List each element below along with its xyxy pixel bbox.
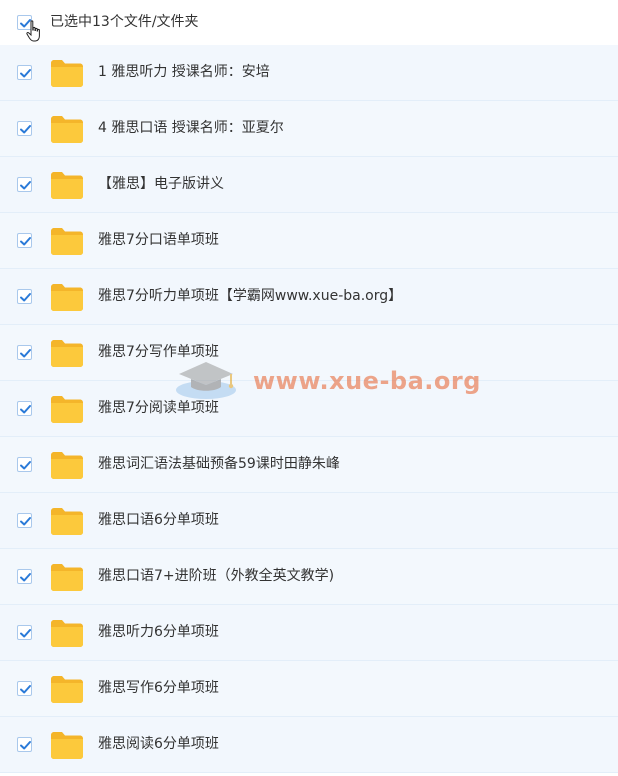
folder-icon[interactable]	[50, 675, 84, 703]
folder-icon[interactable]	[50, 171, 84, 199]
file-row[interactable]: 雅思7分口语单项班	[0, 213, 618, 269]
folder-icon[interactable]	[50, 507, 84, 535]
folder-icon[interactable]	[50, 339, 84, 367]
file-name[interactable]: 【雅思】电子版讲义	[98, 175, 224, 193]
file-row[interactable]: 雅思听力6分单项班	[0, 605, 618, 661]
file-list: 1 雅思听力 授课名师：安培 4 雅思口语 授课名师：亚夏尔 【雅思】电子版讲义 雅思…	[0, 45, 618, 773]
file-row[interactable]: 【雅思】电子版讲义	[0, 157, 618, 213]
folder-icon[interactable]	[50, 395, 84, 423]
row-checkbox[interactable]	[17, 625, 32, 640]
folder-icon[interactable]	[50, 619, 84, 647]
check-icon	[20, 181, 31, 190]
file-name[interactable]: 雅思词汇语法基础预备59课时田静朱峰	[98, 455, 340, 473]
file-name[interactable]: 雅思写作6分单项班	[98, 679, 219, 697]
file-row[interactable]: 雅思词汇语法基础预备59课时田静朱峰	[0, 437, 618, 493]
file-row[interactable]: 雅思口语7+进阶班（外教全英文教学)	[0, 549, 618, 605]
file-name[interactable]: 雅思听力6分单项班	[98, 623, 219, 641]
file-row[interactable]: 雅思阅读6分单项班	[0, 717, 618, 773]
file-name[interactable]: 雅思7分口语单项班	[98, 231, 219, 249]
file-name[interactable]: 雅思7分阅读单项班	[98, 399, 219, 417]
check-icon	[20, 349, 31, 358]
row-checkbox[interactable]	[17, 737, 32, 752]
row-checkbox[interactable]	[17, 233, 32, 248]
file-row[interactable]: 雅思写作6分单项班	[0, 661, 618, 717]
check-icon	[20, 461, 31, 470]
file-row[interactable]: 雅思口语6分单项班	[0, 493, 618, 549]
file-name[interactable]: 雅思7分听力单项班【学霸网www.xue-ba.org】	[98, 287, 402, 305]
file-row[interactable]: 4 雅思口语 授课名师：亚夏尔	[0, 101, 618, 157]
check-icon	[20, 685, 31, 694]
check-icon	[20, 741, 31, 750]
check-icon	[20, 629, 31, 638]
row-checkbox[interactable]	[17, 681, 32, 696]
check-icon	[20, 69, 31, 78]
folder-icon[interactable]	[50, 227, 84, 255]
row-checkbox[interactable]	[17, 177, 32, 192]
row-checkbox[interactable]	[17, 569, 32, 584]
file-list-page: 已选中13个文件/文件夹 1 雅思听力 授课名师：安培 4 雅思口语 授课名师：亚…	[0, 0, 618, 776]
folder-icon[interactable]	[50, 563, 84, 591]
file-row[interactable]: 雅思7分写作单项班	[0, 325, 618, 381]
row-checkbox[interactable]	[17, 513, 32, 528]
folder-icon[interactable]	[50, 731, 84, 759]
file-name[interactable]: 1 雅思听力 授课名师：安培	[98, 63, 270, 81]
row-checkbox[interactable]	[17, 457, 32, 472]
row-checkbox[interactable]	[17, 401, 32, 416]
file-row[interactable]: 雅思7分听力单项班【学霸网www.xue-ba.org】	[0, 269, 618, 325]
file-name[interactable]: 雅思口语7+进阶班（外教全英文教学)	[98, 567, 334, 585]
folder-icon[interactable]	[50, 59, 84, 87]
file-row[interactable]: 1 雅思听力 授课名师：安培	[0, 45, 618, 101]
check-icon	[20, 405, 31, 414]
check-icon	[20, 573, 31, 582]
file-name[interactable]: 雅思口语6分单项班	[98, 511, 219, 529]
file-name[interactable]: 雅思7分写作单项班	[98, 343, 219, 361]
check-icon	[20, 237, 31, 246]
check-icon	[20, 125, 31, 134]
check-icon	[20, 517, 31, 526]
folder-icon[interactable]	[50, 451, 84, 479]
selection-count-text: 已选中13个文件/文件夹	[50, 14, 199, 30]
row-checkbox[interactable]	[17, 65, 32, 80]
folder-icon[interactable]	[50, 283, 84, 311]
row-checkbox[interactable]	[17, 289, 32, 304]
file-name[interactable]: 雅思阅读6分单项班	[98, 735, 219, 753]
selection-header: 已选中13个文件/文件夹	[0, 0, 618, 44]
hand-pointer-icon	[26, 20, 40, 42]
row-checkbox[interactable]	[17, 121, 32, 136]
file-row[interactable]: 雅思7分阅读单项班	[0, 381, 618, 437]
check-icon	[20, 293, 31, 302]
file-name[interactable]: 4 雅思口语 授课名师：亚夏尔	[98, 119, 284, 137]
row-checkbox[interactable]	[17, 345, 32, 360]
folder-icon[interactable]	[50, 115, 84, 143]
